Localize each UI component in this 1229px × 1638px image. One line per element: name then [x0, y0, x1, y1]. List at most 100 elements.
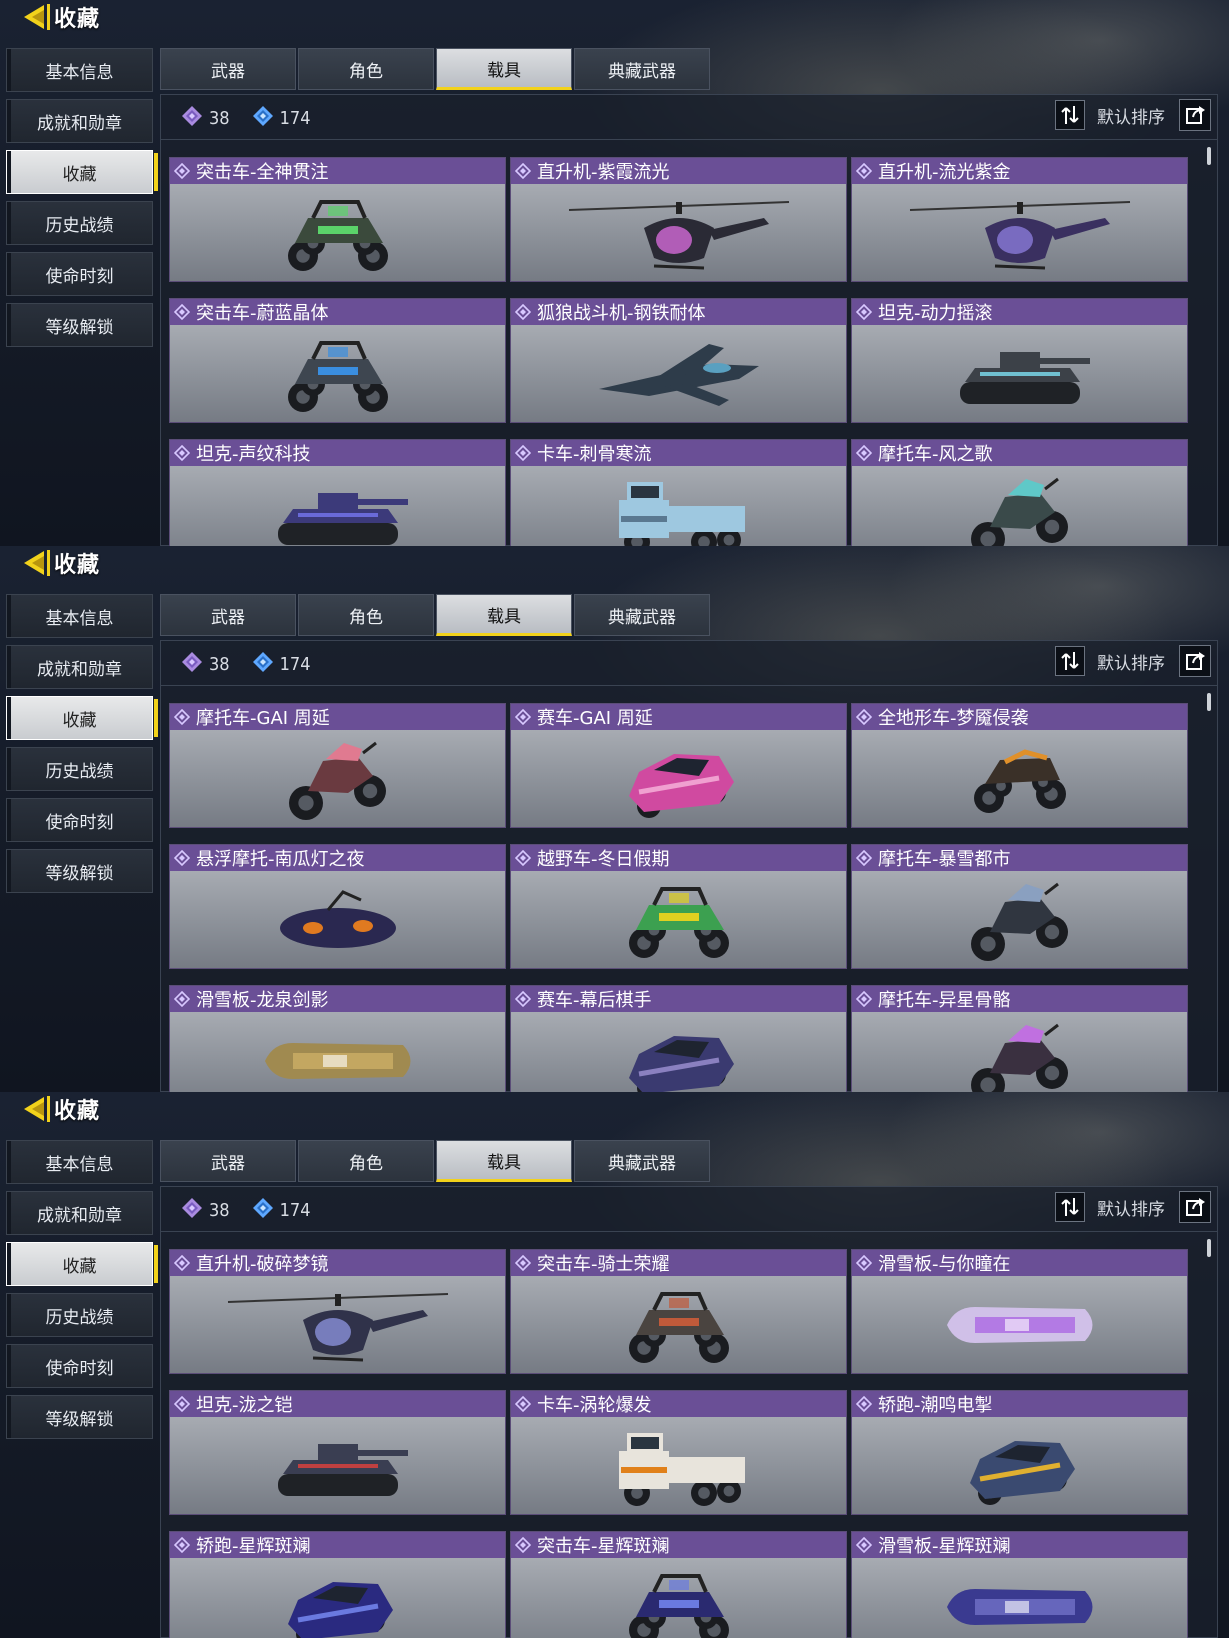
- vehicle-card[interactable]: 突击车-骑士荣耀: [510, 1249, 847, 1374]
- tab[interactable]: 角色: [298, 1140, 434, 1182]
- sidebar-item[interactable]: 等级解锁: [6, 1395, 153, 1439]
- sidebar-item[interactable]: 历史战绩: [6, 747, 153, 791]
- card-header: 摩托车-风之歌: [852, 440, 1187, 466]
- tab[interactable]: 载具: [436, 1140, 572, 1182]
- share-button[interactable]: [1179, 99, 1211, 131]
- sort-toggle-button[interactable]: [1055, 1192, 1085, 1222]
- sidebar-item[interactable]: 收藏: [6, 150, 158, 194]
- vehicle-card[interactable]: 全地形车-梦魇侵袭: [851, 703, 1188, 828]
- blue-stat: 174: [252, 651, 311, 677]
- vehicle-card[interactable]: 直升机-流光紫金: [851, 157, 1188, 282]
- tab[interactable]: 典藏武器: [574, 1140, 710, 1182]
- sort-toggle-button[interactable]: [1055, 100, 1085, 130]
- tab[interactable]: 角色: [298, 48, 434, 90]
- tab[interactable]: 角色: [298, 594, 434, 636]
- sidebar-item[interactable]: 基本信息: [6, 1140, 153, 1184]
- vehicle-name: 滑雪板-星辉斑斓: [878, 1536, 1011, 1557]
- vehicle-card[interactable]: 卡车-涡轮爆发: [510, 1390, 847, 1515]
- vehicle-image: [170, 1012, 505, 1092]
- side-nav: 基本信息成就和勋章收藏历史战绩使命时刻等级解锁: [6, 48, 158, 354]
- sidebar-item[interactable]: 基本信息: [6, 594, 153, 638]
- share-button[interactable]: [1179, 1191, 1211, 1223]
- sidebar-item[interactable]: 历史战绩: [6, 201, 153, 245]
- vehicle-card[interactable]: 突击车-全神贯注: [169, 157, 506, 282]
- sidebar-item[interactable]: 等级解锁: [6, 303, 153, 347]
- vehicle-card[interactable]: 卡车-刺骨寒流: [510, 439, 847, 546]
- title-row: 收藏: [22, 1092, 100, 1126]
- vehicle-card[interactable]: 越野车-冬日假期: [510, 844, 847, 969]
- vehicle-card[interactable]: 摩托车-GAI 周延: [169, 703, 506, 828]
- scrollbar[interactable]: [1207, 693, 1211, 711]
- vehicle-image: [170, 871, 505, 968]
- vehicle-image: [511, 1558, 846, 1638]
- sort-label[interactable]: 默认排序: [1097, 103, 1165, 128]
- vehicle-name: 赛车-GAI 周延: [537, 708, 653, 729]
- tab-bar: 武器 角色 载具 典藏武器: [160, 1140, 712, 1182]
- vehicle-image: [170, 466, 505, 546]
- vehicle-card[interactable]: 滑雪板-星辉斑斓: [851, 1531, 1188, 1638]
- sidebar-item[interactable]: 基本信息: [6, 48, 153, 92]
- sidebar-item[interactable]: 成就和勋章: [6, 99, 153, 143]
- tab[interactable]: 载具: [436, 594, 572, 636]
- divider: [161, 685, 1217, 686]
- tab[interactable]: 典藏武器: [574, 48, 710, 90]
- vehicle-card[interactable]: 突击车-蔚蓝晶体: [169, 298, 506, 423]
- vehicle-image: [852, 466, 1187, 546]
- sort-label[interactable]: 默认排序: [1097, 1195, 1165, 1220]
- title-row: 收藏: [22, 0, 100, 34]
- content-area: 38 174: [160, 1186, 1218, 1638]
- vehicle-card[interactable]: 摩托车-暴雪都市: [851, 844, 1188, 969]
- vehicle-card[interactable]: 轿跑-星辉斑斓: [169, 1531, 506, 1638]
- vehicle-card[interactable]: 赛车-GAI 周延: [510, 703, 847, 828]
- side-nav: 基本信息成就和勋章收藏历史战绩使命时刻等级解锁: [6, 594, 158, 900]
- card-header: 突击车-蔚蓝晶体: [170, 299, 505, 325]
- vehicle-card[interactable]: 坦克-动力摇滚: [851, 298, 1188, 423]
- back-arrow-icon[interactable]: [22, 548, 52, 578]
- vehicle-image: [852, 1417, 1187, 1514]
- back-arrow-icon[interactable]: [22, 1094, 52, 1124]
- vehicle-name: 摩托车-风之歌: [878, 444, 993, 465]
- vehicle-image: [170, 1558, 505, 1638]
- vehicle-card[interactable]: 直升机-紫霞流光: [510, 157, 847, 282]
- sidebar-item[interactable]: 使命时刻: [6, 252, 153, 296]
- tab[interactable]: 典藏武器: [574, 594, 710, 636]
- vehicle-name: 卡车-刺骨寒流: [537, 444, 652, 465]
- vehicle-card[interactable]: 赛车-幕后棋手: [510, 985, 847, 1092]
- share-button[interactable]: [1179, 645, 1211, 677]
- vehicle-card[interactable]: 摩托车-风之歌: [851, 439, 1188, 546]
- scrollbar[interactable]: [1207, 147, 1211, 165]
- sort-toggle-button[interactable]: [1055, 646, 1085, 676]
- sidebar-item[interactable]: 成就和勋章: [6, 645, 153, 689]
- vehicle-card[interactable]: 悬浮摩托-南瓜灯之夜: [169, 844, 506, 969]
- sidebar-item[interactable]: 成就和勋章: [6, 1191, 153, 1235]
- back-arrow-icon[interactable]: [22, 2, 52, 32]
- vehicle-card[interactable]: 坦克-声纹科技: [169, 439, 506, 546]
- sort-label[interactable]: 默认排序: [1097, 649, 1165, 674]
- vehicle-card[interactable]: 狐狼战斗机-钢铁耐体: [510, 298, 847, 423]
- sidebar-item[interactable]: 收藏: [6, 696, 158, 740]
- vehicle-card[interactable]: 突击车-星辉斑斓: [510, 1531, 847, 1638]
- vehicle-card[interactable]: 摩托车-异星骨骼: [851, 985, 1188, 1092]
- rarity-diamond-icon: [856, 1255, 872, 1271]
- sidebar-item[interactable]: 等级解锁: [6, 849, 153, 893]
- tab[interactable]: 武器: [160, 594, 296, 636]
- vehicle-card[interactable]: 直升机-破碎梦镜: [169, 1249, 506, 1374]
- tab[interactable]: 武器: [160, 1140, 296, 1182]
- tab[interactable]: 载具: [436, 48, 572, 90]
- page-title: 收藏: [54, 1099, 101, 1124]
- sidebar-item[interactable]: 历史战绩: [6, 1293, 153, 1337]
- sidebar-item[interactable]: 使命时刻: [6, 798, 153, 842]
- scrollbar[interactable]: [1207, 1239, 1211, 1257]
- vehicle-card[interactable]: 坦克-泷之铠: [169, 1390, 506, 1515]
- card-header: 悬浮摩托-南瓜灯之夜: [170, 845, 505, 871]
- sidebar-item[interactable]: 使命时刻: [6, 1344, 153, 1388]
- tab[interactable]: 武器: [160, 48, 296, 90]
- rarity-diamond-icon: [174, 1396, 190, 1412]
- card-header: 坦克-动力摇滚: [852, 299, 1187, 325]
- vehicle-card[interactable]: 轿跑-潮鸣电掣: [851, 1390, 1188, 1515]
- vehicle-card[interactable]: 滑雪板-与你瞳在: [851, 1249, 1188, 1374]
- vehicle-card[interactable]: 滑雪板-龙泉剑影: [169, 985, 506, 1092]
- purple-diamond-icon: [181, 1197, 203, 1223]
- sidebar-item[interactable]: 收藏: [6, 1242, 158, 1286]
- vehicle-image: [511, 1417, 846, 1514]
